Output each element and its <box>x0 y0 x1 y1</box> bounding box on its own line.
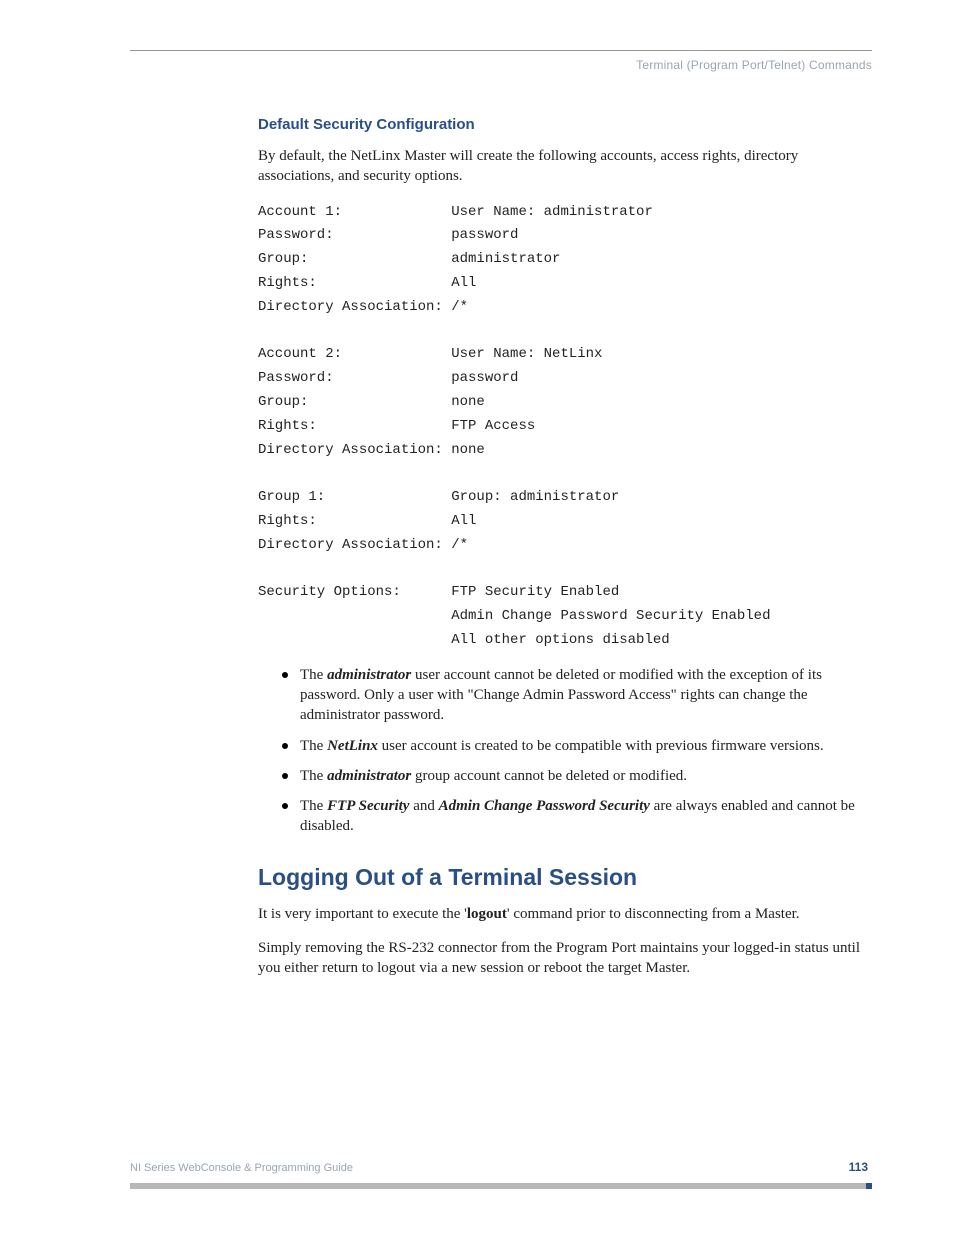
text-fragment: The <box>300 768 327 784</box>
footer-line: NI Series WebConsole & Programming Guide… <box>130 1159 872 1183</box>
note-text: The NetLinx user account is created to b… <box>300 738 824 754</box>
running-header: Terminal (Program Port/Telnet) Commands <box>130 57 872 74</box>
emphasis-ftp-security: FTP Security <box>327 798 409 814</box>
content-area: Default Security Configuration By defaul… <box>258 114 872 978</box>
intro-paragraph: By default, the NetLinx Master will crea… <box>258 146 872 187</box>
note-item-3: The administrator group account cannot b… <box>300 766 872 786</box>
text-fragment: ' command prior to disconnecting from a … <box>507 906 800 922</box>
page-number: 113 <box>849 1159 872 1176</box>
footer-title: NI Series WebConsole & Programming Guide <box>130 1161 353 1177</box>
emphasis-administrator: administrator <box>327 768 411 784</box>
text-fragment: It is very important to execute the ' <box>258 906 467 922</box>
emphasis-administrator: administrator <box>327 667 411 683</box>
emphasis-logout: logout <box>467 906 507 922</box>
notes-list: The administrator user account cannot be… <box>258 665 872 837</box>
text-fragment: The <box>300 738 327 754</box>
note-item-1: The administrator user account cannot be… <box>300 665 872 726</box>
section-heading-default-security: Default Security Configuration <box>258 114 872 136</box>
note-text: The administrator group account cannot b… <box>300 768 687 784</box>
note-text: The administrator user account cannot be… <box>300 667 822 724</box>
emphasis-admin-change-password: Admin Change Password Security <box>439 798 650 814</box>
note-item-2: The NetLinx user account is created to b… <box>300 736 872 756</box>
note-text: The FTP Security and Admin Change Passwo… <box>300 798 855 834</box>
emphasis-netlinx: NetLinx <box>327 738 378 754</box>
text-fragment: group account cannot be deleted or modif… <box>411 768 687 784</box>
section-heading-logging-out: Logging Out of a Terminal Session <box>258 861 872 894</box>
page-footer: NI Series WebConsole & Programming Guide… <box>130 1159 872 1189</box>
logout-paragraph-2: Simply removing the RS-232 connector fro… <box>258 938 872 979</box>
note-item-4: The FTP Security and Admin Change Passwo… <box>300 796 872 837</box>
footer-bar <box>130 1183 872 1189</box>
text-fragment: and <box>409 798 438 814</box>
top-rule <box>130 50 872 51</box>
text-fragment: The <box>300 798 327 814</box>
default-accounts-listing: Account 1: User Name: administrator Pass… <box>258 201 872 653</box>
text-fragment: The <box>300 667 327 683</box>
page-container: Terminal (Program Port/Telnet) Commands … <box>0 0 954 1235</box>
logout-paragraph-1: It is very important to execute the 'log… <box>258 904 872 924</box>
text-fragment: user account is created to be compatible… <box>378 738 824 754</box>
